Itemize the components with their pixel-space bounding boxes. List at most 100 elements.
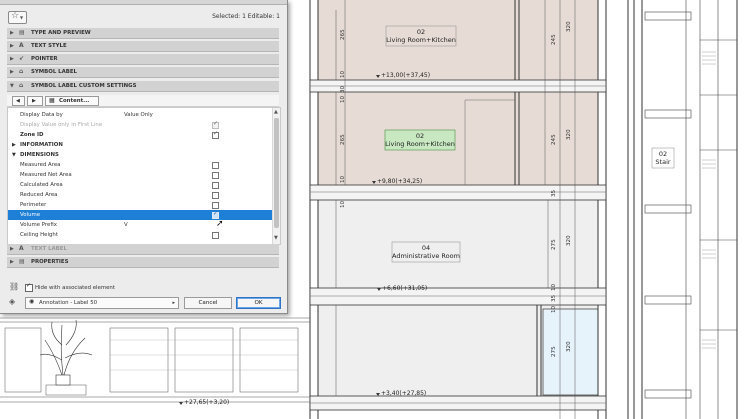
properties-icon: ▤ [19, 258, 25, 265]
measured-net-area-checkbox[interactable] [212, 172, 219, 179]
dimension-text: 320 [566, 129, 572, 140]
panel-label: PROPERTIES [31, 259, 69, 265]
forward-button[interactable]: ▶ [27, 96, 43, 106]
text-style-icon: A [19, 42, 24, 49]
dimension-text: 10 [340, 200, 346, 208]
list-item-zone-id[interactable]: Zone ID ✓ [8, 130, 272, 140]
chevron-up-icon[interactable]: ▲ [274, 109, 278, 115]
panel-label: POINTER [31, 56, 58, 62]
row-label: Display Data by [20, 112, 63, 118]
panel-label: TEXT STYLE [31, 43, 67, 49]
dimension-text: 265 [340, 134, 346, 145]
volume-checkbox[interactable]: ✓ [212, 210, 219, 219]
check-icon: ✓ [26, 282, 32, 289]
layer-icon: ◈ [9, 297, 16, 306]
row-label: Measured Net Area [20, 172, 72, 178]
scrollbar-thumb[interactable] [274, 118, 279, 228]
layer-dropdown[interactable]: ◉ Annotation - Label 50 ▸ [25, 297, 179, 309]
room-number-label: 04 [422, 244, 430, 252]
list-item-display-data-by[interactable]: Display Data by Value Only [8, 110, 272, 120]
group-label: DIMENSIONS [20, 152, 59, 158]
content-dropdown[interactable]: ▦ Content... [45, 96, 99, 106]
ceiling-height-checkbox[interactable] [212, 232, 219, 239]
dimension-text: 320 [566, 341, 572, 352]
perimeter-checkbox[interactable] [212, 202, 219, 209]
custom-settings-toolbar: ◀ ▶ ▦ Content... [7, 95, 279, 107]
chevron-right-icon: ▸ [172, 300, 175, 306]
row-label: Volume Prefix [20, 222, 57, 228]
custom-settings-icon: ⌂ [19, 82, 24, 89]
dimension-text: 10 [340, 95, 346, 103]
dimension-text: 275 [551, 239, 557, 250]
panel-type-and-preview[interactable]: ▶ ▤ TYPE AND PREVIEW [7, 28, 279, 39]
dimension-text: 245 [551, 134, 557, 145]
list-item-ceiling-height[interactable]: Ceiling Height [8, 230, 272, 240]
panel-label: TYPE AND PREVIEW [31, 30, 91, 36]
check-icon: ✓ [213, 120, 219, 127]
panel-label: TEXT LABEL [31, 246, 67, 252]
panel-symbol-label-custom-settings[interactable]: ▼ ⌂ SYMBOL LABEL CUSTOM SETTINGS [7, 81, 279, 92]
zone-id-checkbox[interactable]: ✓ [212, 130, 219, 139]
dimension-text: 275 [551, 346, 557, 357]
row-value[interactable]: Value Only [124, 112, 153, 118]
row-value[interactable]: V [124, 222, 128, 228]
content-dropdown-label: Content... [59, 98, 90, 104]
list-item-calculated-area[interactable]: Calculated Area [8, 180, 272, 190]
row-label: Calculated Area [20, 182, 63, 188]
chevron-right-icon: ▶ [12, 142, 16, 148]
chevron-right-icon: ▶ [10, 30, 14, 36]
settings-list-scrollbar[interactable]: ▲ ▼ [272, 108, 280, 244]
dimension-text: 320 [566, 235, 572, 246]
list-item-measured-area[interactable]: Measured Area [8, 160, 272, 170]
back-button[interactable]: ◀ [12, 96, 25, 106]
room-number-label: 02 [659, 150, 667, 158]
list-item-perimeter[interactable]: Perimeter [8, 200, 272, 210]
hide-with-element-label: Hide with associated element [35, 285, 115, 291]
level-marker: +13,00(+37,45) [381, 72, 430, 79]
list-item-measured-net-area[interactable]: Measured Net Area [8, 170, 272, 180]
dimension-text: 320 [566, 21, 572, 32]
hide-with-element-checkbox[interactable]: ✓ [25, 282, 33, 292]
list-item-volume-prefix[interactable]: Volume Prefix V [8, 220, 272, 230]
list-item-display-first-line[interactable]: Display Value only in First Line ✓ [8, 120, 272, 130]
preview-icon: ▤ [19, 29, 25, 36]
check-icon: ✓ [213, 210, 219, 217]
content-icon: ▦ [49, 97, 55, 104]
dimension-text: 35 [551, 189, 557, 197]
favorites-button[interactable]: ☆ ▼ [8, 11, 27, 24]
room-name-label: Living Room+Kitchen [386, 36, 456, 44]
eye-icon: ◉ [29, 298, 35, 305]
cancel-button[interactable]: Cancel [184, 297, 232, 309]
list-item-volume[interactable]: Volume ✓ [8, 210, 272, 220]
reduced-area-checkbox[interactable] [212, 192, 219, 199]
panel-symbol-label[interactable]: ▶ ⌂ SYMBOL LABEL [7, 67, 279, 78]
measured-area-checkbox[interactable] [212, 162, 219, 169]
panel-pointer[interactable]: ▶ ↙ POINTER [7, 54, 279, 65]
group-dimensions[interactable]: ▼ DIMENSIONS [8, 150, 272, 160]
dimension-text: 10 [340, 175, 346, 183]
calculated-area-checkbox[interactable] [212, 182, 219, 189]
panel-text-style[interactable]: ▶ A TEXT STYLE [7, 41, 279, 52]
panel-text-label[interactable]: ▶ A TEXT LABEL [7, 244, 279, 255]
settings-list: Display Data by Value Only Display Value… [7, 107, 281, 245]
chevron-down-icon: ▼ [20, 15, 24, 20]
chevron-right-icon: ▶ [10, 69, 14, 75]
room-number-label: 02 [417, 28, 425, 36]
pointer-icon: ↙ [19, 55, 25, 62]
display-first-line-checkbox[interactable]: ✓ [212, 120, 219, 129]
row-label: Reduced Area [20, 192, 58, 198]
group-information[interactable]: ▶ INFORMATION [8, 140, 272, 150]
chevron-left-icon: ◀ [16, 98, 20, 104]
dimension-text: 10 [551, 283, 557, 291]
chevron-down-icon: ▼ [10, 83, 14, 89]
room-number-label: 02 [416, 132, 424, 140]
mouse-cursor-icon: ➚ [216, 219, 224, 229]
chevron-right-icon: ▶ [10, 56, 14, 62]
ok-button[interactable]: OK [236, 297, 281, 309]
room-name-label: Administrative Room [392, 252, 460, 260]
panel-properties[interactable]: ▶ ▤ PROPERTIES [7, 257, 279, 268]
panel-label: SYMBOL LABEL CUSTOM SETTINGS [31, 83, 137, 89]
chevron-down-icon[interactable]: ▼ [274, 235, 278, 241]
list-item-reduced-area[interactable]: Reduced Area [8, 190, 272, 200]
check-icon: ✓ [213, 130, 219, 137]
